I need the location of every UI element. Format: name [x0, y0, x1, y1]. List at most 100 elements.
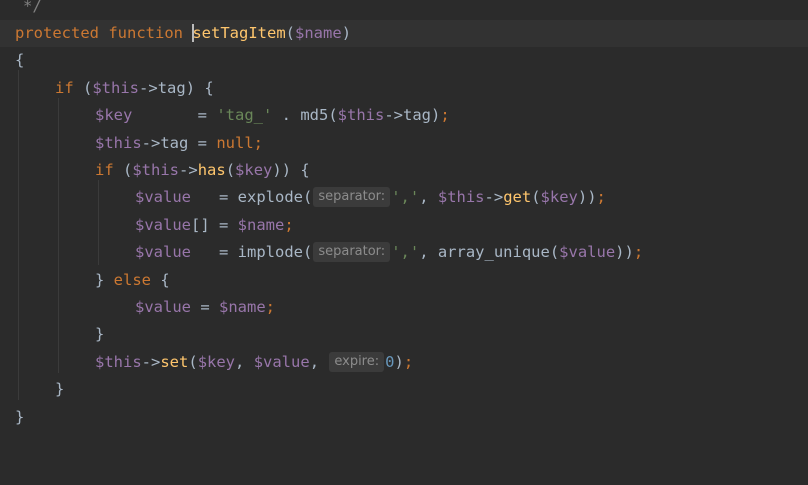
var-value: $value [135, 216, 191, 234]
token: = [191, 298, 219, 316]
var-this: $this [437, 188, 485, 206]
token: )) [577, 188, 597, 206]
var-value: $value [559, 243, 616, 261]
keyword-if: if [55, 79, 74, 97]
text-caret [192, 23, 195, 42]
semicolon: ; [440, 106, 450, 124]
var-this: $this [337, 106, 385, 124]
keyword-function: function [108, 24, 183, 42]
code-line[interactable]: } else { [0, 267, 808, 294]
var-name: $name [237, 216, 285, 234]
keyword-else: else [113, 271, 151, 289]
semicolon: ; [265, 298, 276, 316]
semicolon: ; [284, 216, 294, 234]
code-line-current[interactable]: protected function setTagItem($name) [0, 20, 808, 47]
keyword-if: if [95, 161, 114, 179]
code-line[interactable]: $value[] = $name; [0, 212, 808, 239]
keyword-protected: protected [15, 24, 99, 42]
token-arrow: -> [384, 106, 403, 124]
token: = explode( [191, 188, 313, 206]
var-this: $this [95, 134, 142, 152]
comment-text: */ [23, 0, 42, 15]
token: = [188, 134, 217, 152]
code-line[interactable]: } [0, 404, 808, 431]
var-key: $key [197, 353, 236, 371]
token: , [309, 353, 329, 371]
token: { [151, 271, 170, 289]
code-line[interactable]: } [0, 376, 808, 403]
code-line[interactable]: $value = explode(separator: ',', $this->g… [0, 184, 808, 211]
token: ) { [185, 79, 214, 97]
var-this: $this [95, 353, 142, 371]
code-line[interactable]: $value = $name; [0, 294, 808, 321]
token: ( [531, 188, 541, 206]
var-name: $name [219, 298, 266, 316]
param-name: $name [295, 24, 342, 42]
var-this: $this [92, 79, 140, 97]
brace-open: { [15, 51, 25, 69]
method-has: has [197, 161, 226, 179]
token: ( [73, 79, 93, 97]
prop-tag: tag [157, 79, 186, 97]
token: , [235, 353, 254, 371]
semicolon: ; [633, 243, 644, 261]
code-line[interactable]: */ [0, 0, 808, 20]
var-value: $value [135, 298, 191, 316]
code-line[interactable]: } [0, 321, 808, 348]
token: [] = [191, 216, 238, 234]
code-line[interactable]: $this->tag = null; [0, 130, 808, 157]
token-arrow: -> [179, 161, 198, 179]
token: } [95, 271, 114, 289]
code-line[interactable]: $key = 'tag_' . md5($this->tag); [0, 102, 808, 129]
code-line[interactable]: $value = implode(separator: ',', array_un… [0, 239, 808, 266]
token: ) [394, 353, 404, 371]
parameter-hint: expire: [329, 351, 385, 372]
string-literal: 'tag_' [216, 106, 273, 124]
token: , [419, 188, 438, 206]
string-literal: ',' [391, 243, 420, 261]
var-key: $key [540, 188, 578, 206]
var-key: $key [235, 161, 273, 179]
token: )) { [272, 161, 310, 179]
brace-close: } [55, 380, 65, 398]
var-value: $value [135, 188, 191, 206]
keyword-null: null [216, 134, 254, 152]
token-arrow: -> [141, 134, 161, 152]
token: = [132, 106, 217, 124]
token: ( [188, 353, 198, 371]
token: ) [431, 106, 441, 124]
token: = implode( [191, 243, 313, 261]
brace-close: } [95, 325, 105, 343]
token: ( [225, 161, 236, 179]
brace-close: } [15, 408, 25, 426]
string-literal: ',' [391, 188, 420, 206]
var-key: $key [95, 106, 133, 124]
code-line[interactable]: if ($this->has($key)) { [0, 157, 808, 184]
code-line[interactable]: $this->set($key, $value, expire: 0); [0, 349, 808, 376]
token: )) [615, 243, 634, 261]
paren-open: ( [285, 24, 296, 42]
semicolon: ; [596, 188, 606, 206]
prop-tag: tag [403, 106, 431, 124]
token-arrow: -> [484, 188, 504, 206]
method-set: set [160, 353, 189, 371]
token-arrow: -> [141, 353, 161, 371]
method-get: get [503, 188, 532, 206]
var-this: $this [132, 161, 180, 179]
token-arrow: -> [139, 79, 158, 97]
token: , array_unique( [419, 243, 560, 261]
var-value: $value [135, 243, 191, 261]
parameter-hint: separator: [313, 241, 391, 262]
code-line[interactable]: if ($this->tag) { [0, 75, 808, 102]
prop-tag: tag [160, 134, 189, 152]
semicolon: ; [253, 134, 264, 152]
token: . md5( [272, 106, 338, 124]
token: ( [113, 161, 133, 179]
code-editor[interactable]: */ protected function setTagItem($name) … [0, 0, 808, 429]
function-name[interactable]: setTagItem [192, 24, 285, 42]
semicolon: ; [403, 353, 414, 371]
code-line[interactable]: { [0, 47, 808, 74]
var-value: $value [253, 353, 310, 371]
paren-close: ) [341, 24, 352, 42]
parameter-hint: separator: [313, 186, 391, 207]
